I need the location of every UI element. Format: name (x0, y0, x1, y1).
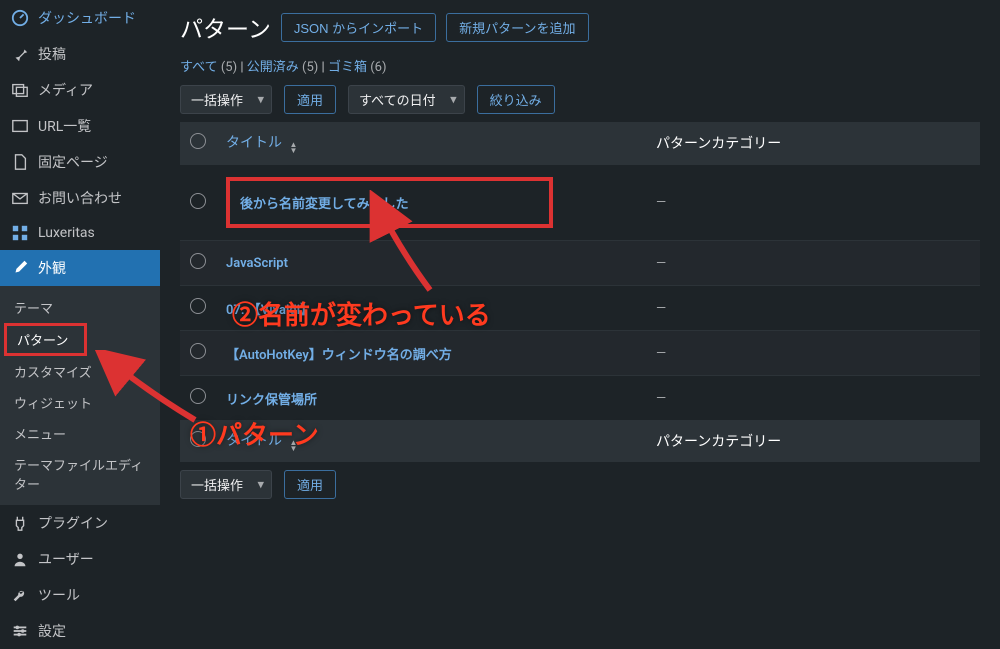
add-new-pattern-button[interactable]: 新規パターンを追加 (446, 13, 588, 42)
category-column-header: パターンカテゴリー (646, 122, 980, 165)
sidebar-item-settings[interactable]: 設定 (0, 613, 160, 649)
sidebar-label: 固定ページ (38, 152, 108, 172)
row-select[interactable] (190, 298, 206, 314)
settings-icon (10, 622, 30, 640)
sidebar-label: 設定 (38, 621, 66, 641)
table-row[interactable]: 後から名前変更してみました — (180, 165, 980, 241)
sidebar-item-plugins[interactable]: プラグイン (0, 505, 160, 541)
submenu-item-theme[interactable]: テーマ (0, 292, 160, 323)
table-row[interactable]: リンク保管場所 — (180, 376, 980, 421)
sidebar-label: プラグイン (38, 513, 108, 533)
page-title: パターン (180, 10, 271, 44)
sidebar-label: ダッシュボード (38, 8, 136, 28)
submenu-item-menu[interactable]: メニュー (0, 418, 160, 449)
sidebar-item-users[interactable]: ユーザー (0, 541, 160, 577)
sidebar-label: ツール (38, 585, 80, 605)
view-trash-link[interactable]: ゴミ箱 (6) (328, 60, 387, 75)
pattern-category: — (656, 195, 666, 210)
sidebar-item-posts[interactable]: 投稿 (0, 36, 160, 72)
pattern-category: — (656, 391, 666, 406)
pattern-title-link[interactable]: リンク保管場所 (226, 393, 317, 408)
table-row[interactable]: 【AutoHotKey】ウィンドウ名の調べ方 — (180, 331, 980, 376)
sidebar-label: URL一覧 (38, 116, 91, 136)
sidebar-label: Luxeritas (38, 225, 95, 241)
pin-icon (10, 45, 30, 63)
users-icon (10, 550, 30, 568)
dashboard-icon (10, 9, 30, 27)
grid-icon (10, 224, 30, 242)
sidebar-item-media[interactable]: メディア (0, 72, 160, 108)
row-select[interactable] (190, 343, 206, 359)
appearance-submenu: テーマ パターン カスタマイズ ウィジェット メニュー テーマファイルエディター (0, 286, 160, 505)
view-all-link[interactable]: すべて (5) (180, 60, 237, 75)
sidebar-label: 外観 (38, 258, 66, 278)
pattern-category: — (656, 256, 666, 271)
tablenav-bottom: 一括操作 ▾ 適用 (180, 470, 980, 499)
sidebar-item-tools[interactable]: ツール (0, 577, 160, 613)
submenu-item-patterns[interactable]: パターン (4, 323, 87, 356)
media-icon (10, 81, 30, 99)
link-icon (10, 117, 30, 135)
sidebar-item-contact[interactable]: お問い合わせ (0, 180, 160, 216)
mail-icon (10, 189, 30, 207)
table-row[interactable]: JavaScript — (180, 241, 980, 286)
sidebar-item-url-list[interactable]: URL一覧 (0, 108, 160, 144)
tablenav-top: 一括操作 ▾ 適用 すべての日付 ▾ 絞り込み (180, 85, 980, 114)
row-select[interactable] (190, 253, 206, 269)
pattern-category: — (656, 346, 666, 361)
row-select[interactable] (190, 388, 206, 404)
submenu-item-customize[interactable]: カスタマイズ (0, 356, 160, 387)
row-select[interactable] (190, 193, 206, 209)
page-icon (10, 153, 30, 171)
pattern-category: — (656, 301, 666, 316)
tools-icon (10, 586, 30, 604)
sidebar-item-appearance[interactable]: 外観 (0, 250, 160, 286)
admin-sidebar: ダッシュボード 投稿 メディア URL一覧 固定ページ お問い合わせ (0, 0, 160, 604)
sidebar-item-luxeritas[interactable]: Luxeritas (0, 216, 160, 250)
pattern-title-link[interactable]: 07. 【Vivaldi】 (226, 303, 313, 318)
pattern-title-highlighted[interactable]: 後から名前変更してみました (226, 177, 553, 228)
sidebar-label: ユーザー (38, 549, 94, 569)
date-filter-select[interactable]: すべての日付 (348, 85, 465, 114)
filter-button[interactable]: 絞り込み (477, 85, 555, 114)
view-published-link[interactable]: 公開済み (5) (247, 60, 319, 75)
brush-icon (10, 259, 30, 277)
sort-icon: ▲▼ (289, 142, 297, 154)
main-content: パターン JSON からインポート 新規パターンを追加 すべて (5) | 公開… (160, 0, 1000, 604)
view-filters: すべて (5) | 公開済み (5) | ゴミ箱 (6) (180, 56, 980, 75)
plugin-icon (10, 514, 30, 532)
select-all-header[interactable] (180, 122, 216, 165)
pattern-title-link[interactable]: JavaScript (226, 256, 288, 271)
sidebar-item-pages[interactable]: 固定ページ (0, 144, 160, 180)
import-json-button[interactable]: JSON からインポート (281, 13, 436, 42)
pattern-title-link[interactable]: 【AutoHotKey】ウィンドウ名の調べ方 (226, 348, 452, 363)
title-column-footer[interactable]: タイトル ▲▼ (216, 420, 646, 462)
apply-button[interactable]: 適用 (284, 85, 336, 114)
bulk-action-select-bottom[interactable]: 一括操作 (180, 470, 272, 499)
sidebar-item-dashboard[interactable]: ダッシュボード (0, 0, 160, 36)
page-header: パターン JSON からインポート 新規パターンを追加 (180, 10, 980, 44)
table-row[interactable]: 07. 【Vivaldi】 — (180, 286, 980, 331)
bulk-action-select[interactable]: 一括操作 (180, 85, 272, 114)
sort-icon: ▲▼ (289, 440, 297, 452)
submenu-item-widgets[interactable]: ウィジェット (0, 387, 160, 418)
title-column-header[interactable]: タイトル ▲▼ (216, 122, 646, 165)
category-column-footer: パターンカテゴリー (646, 420, 980, 462)
apply-button-bottom[interactable]: 適用 (284, 470, 336, 499)
select-all-footer[interactable] (180, 420, 216, 462)
sidebar-label: お問い合わせ (38, 188, 122, 208)
sidebar-label: メディア (38, 80, 93, 100)
sidebar-label: 投稿 (38, 44, 66, 64)
submenu-item-theme-editor[interactable]: テーマファイルエディター (0, 449, 160, 499)
patterns-table: タイトル ▲▼ パターンカテゴリー 後から名前変更してみました — JavaSc… (180, 122, 980, 462)
